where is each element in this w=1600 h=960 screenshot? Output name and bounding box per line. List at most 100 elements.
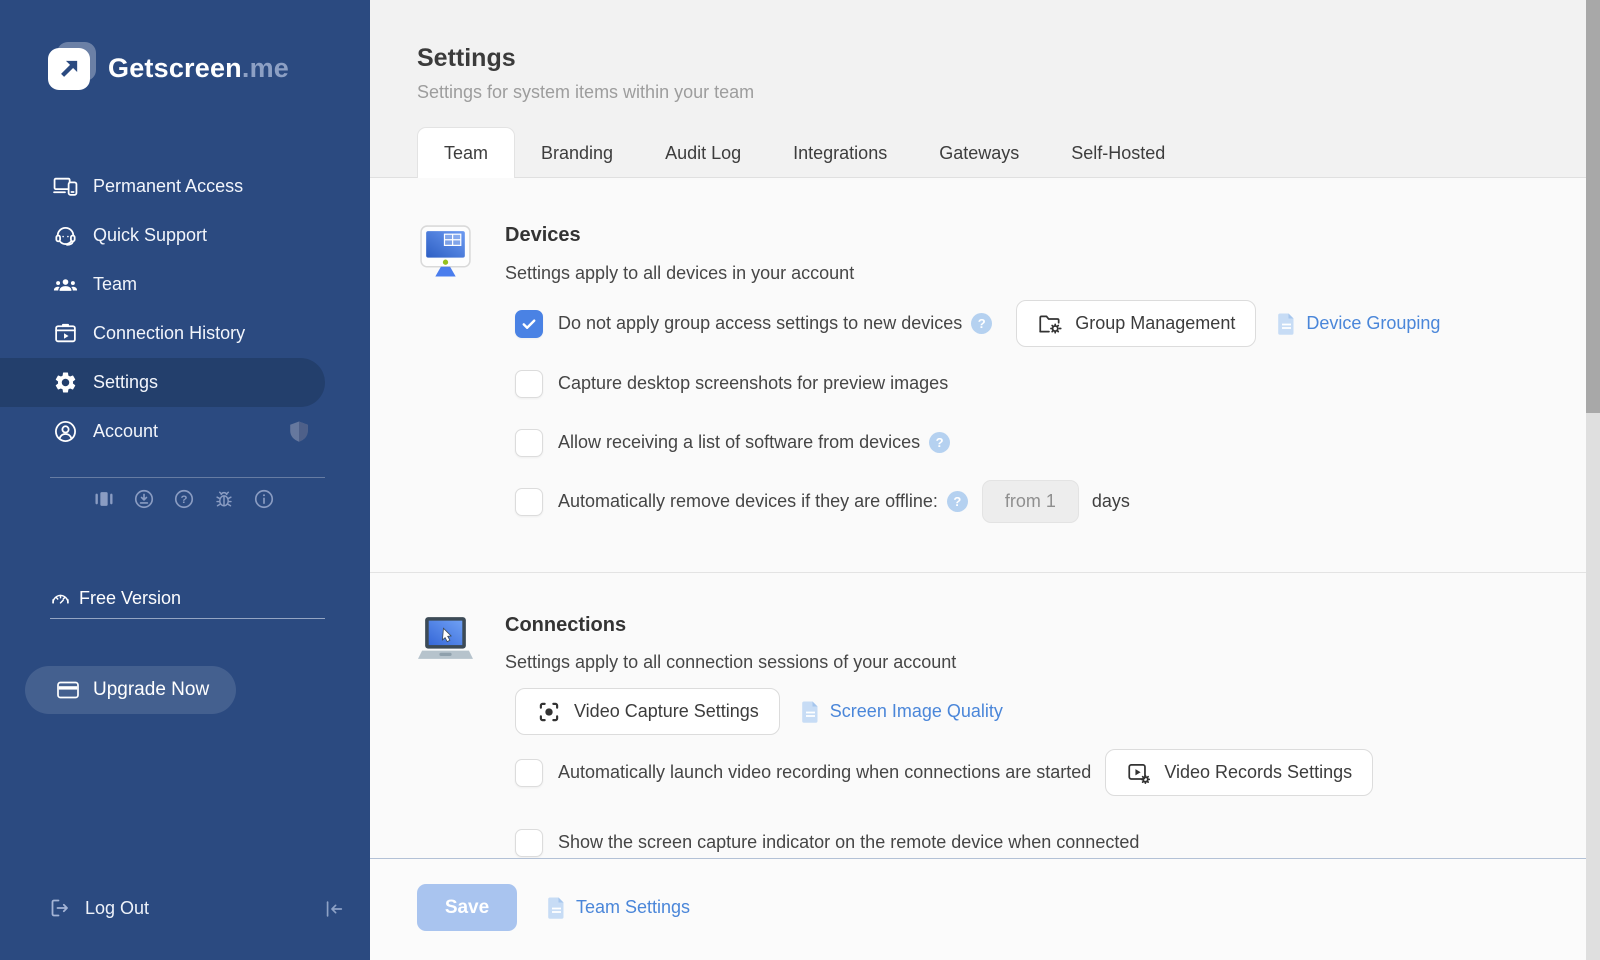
logout-button[interactable]: Log Out [48, 896, 149, 920]
plan-label: Free Version [79, 588, 182, 608]
sidebar-item-connection-history[interactable]: Connection History [0, 309, 370, 358]
connections-section-title: Connections [505, 614, 627, 636]
sidebar-nav: Permanent Access Quick Support Team Conn… [0, 162, 370, 456]
page-scrollbar[interactable] [1586, 0, 1600, 960]
laptop-icon [418, 617, 473, 659]
team-settings-label: Team Settings [576, 897, 691, 917]
software-list-checkbox[interactable] [515, 428, 543, 457]
svg-text:?: ? [181, 494, 188, 506]
sidebar-item-quick-support[interactable]: Quick Support [0, 211, 370, 260]
document-icon [801, 701, 818, 723]
sidebar-item-team[interactable]: Team [0, 260, 370, 309]
footer-bar: Save Team Settings [370, 858, 1600, 960]
screen-image-quality-link[interactable]: Screen Image Quality [800, 700, 1003, 724]
group-access-row: Do not apply group access settings to ne… [515, 300, 1440, 347]
logout-icon [51, 899, 68, 917]
sidebar-item-permanent-access[interactable]: Permanent Access [0, 162, 370, 211]
video-records-settings-label: Video Records Settings [1164, 762, 1353, 782]
check-icon [522, 318, 536, 329]
capture-indicator-row: Show the screen capture indicator on the… [515, 819, 1139, 858]
sidebar-item-label: Quick Support [93, 225, 208, 245]
tab-branding[interactable]: Branding [515, 128, 639, 178]
arrow-up-right-icon [61, 60, 78, 77]
sidebar-item-label: Connection History [93, 323, 246, 343]
autorecord-checkbox[interactable] [515, 758, 543, 787]
video-records-settings-button[interactable]: Video Records Settings [1105, 749, 1374, 796]
download-icon[interactable] [133, 488, 155, 510]
group-management-button[interactable]: Group Management [1016, 300, 1257, 347]
devices-section-title: Devices [505, 224, 581, 246]
software-list-help-icon[interactable]: ? [929, 432, 951, 453]
collapse-sidebar-icon[interactable] [323, 898, 345, 920]
screen-image-quality-label: Screen Image Quality [829, 701, 1003, 721]
autorecord-label: Automatically launch video recording whe… [558, 762, 1092, 782]
connection-buttons-row: Video Capture Settings Screen Image Qual… [515, 688, 1003, 735]
tab-self-hosted[interactable]: Self-Hosted [1045, 128, 1191, 178]
offline-remove-label: Automatically remove devices if they are… [558, 491, 938, 511]
sidebar-item-label: Settings [93, 372, 159, 392]
gauge-icon [52, 594, 69, 604]
help-icon[interactable]: ? [173, 488, 195, 510]
connections-section-subtitle: Settings apply to all connection session… [505, 652, 957, 672]
tab-integrations[interactable]: Integrations [767, 128, 913, 178]
video-gear-icon [1128, 763, 1151, 784]
about-info-icon[interactable] [253, 488, 275, 510]
capture-frame-icon [539, 702, 559, 721]
tab-gateways[interactable]: Gateways [913, 128, 1045, 178]
bug-report-icon[interactable] [213, 488, 235, 510]
tab-team[interactable]: Team [417, 127, 516, 178]
capture-indicator-checkbox[interactable] [515, 828, 543, 857]
scrollbar-thumb[interactable] [1586, 0, 1600, 413]
software-list-label: Allow receiving a list of software from … [558, 432, 921, 452]
section-divider [370, 572, 1586, 573]
screenshots-row: Capture desktop screenshots for preview … [515, 360, 948, 407]
screenshots-label: Capture desktop screenshots for preview … [558, 373, 949, 393]
device-grouping-link[interactable]: Device Grouping [1276, 312, 1440, 336]
team-settings-link[interactable]: Team Settings [546, 884, 690, 931]
group-access-checkbox[interactable] [515, 309, 543, 338]
mobile-apps-icon[interactable] [93, 488, 115, 510]
video-capture-settings-label: Video Capture Settings [574, 701, 759, 721]
sidebar-item-account[interactable]: Account [0, 407, 370, 456]
brand-name: Getscreen.me [108, 52, 289, 83]
folder-gear-icon [1039, 315, 1062, 334]
group-access-label: Do not apply group access settings to ne… [558, 313, 963, 333]
headset-icon [55, 227, 76, 246]
group-management-label: Group Management [1075, 313, 1236, 333]
credit-card-icon [57, 681, 79, 699]
logout-label: Log Out [85, 897, 150, 918]
screenshots-checkbox[interactable] [515, 369, 543, 398]
device-grouping-label: Device Grouping [1306, 313, 1441, 333]
offline-remove-checkbox[interactable] [515, 487, 543, 516]
devices-icon [53, 177, 78, 196]
settings-tabs: Team Branding Audit Log Integrations Gat… [417, 127, 1191, 178]
plan-status: Free Version [50, 588, 181, 609]
brand-logo[interactable]: Getscreen.me [48, 42, 289, 91]
offline-days-input[interactable] [981, 480, 1079, 523]
plan-underline [50, 618, 325, 619]
sidebar-utility-icons: ? [93, 488, 275, 510]
tab-audit-log[interactable]: Audit Log [639, 128, 767, 178]
autorecord-row: Automatically launch video recording whe… [515, 749, 1374, 796]
sidebar-item-settings[interactable]: Settings [0, 358, 325, 407]
brand-suffix: .me [241, 52, 289, 83]
brand-logo-icon [48, 42, 96, 91]
document-icon [1278, 313, 1294, 335]
account-icon [55, 421, 76, 442]
devices-section-subtitle: Settings apply to all devices in your ac… [505, 263, 855, 283]
offline-remove-row: Automatically remove devices if they are… [515, 478, 1130, 525]
settings-content: Devices Settings apply to all devices in… [370, 179, 1586, 858]
main-area: Settings Settings for system items withi… [370, 0, 1600, 960]
sidebar-divider [50, 477, 325, 478]
offline-remove-help-icon[interactable]: ? [946, 491, 968, 512]
video-capture-settings-button[interactable]: Video Capture Settings [515, 688, 780, 735]
save-button[interactable]: Save [417, 884, 517, 931]
page-subtitle: Settings for system items within your te… [417, 82, 755, 102]
page-header: Settings Settings for system items withi… [370, 0, 1600, 178]
app-root: Getscreen.me Permanent Access Quick Supp… [0, 0, 1600, 960]
sidebar-item-label: Permanent Access [93, 176, 244, 196]
team-icon [53, 279, 78, 291]
sidebar-item-label: Account [93, 421, 159, 441]
group-access-help-icon[interactable]: ? [971, 313, 993, 334]
upgrade-now-button[interactable]: Upgrade Now [25, 666, 236, 714]
